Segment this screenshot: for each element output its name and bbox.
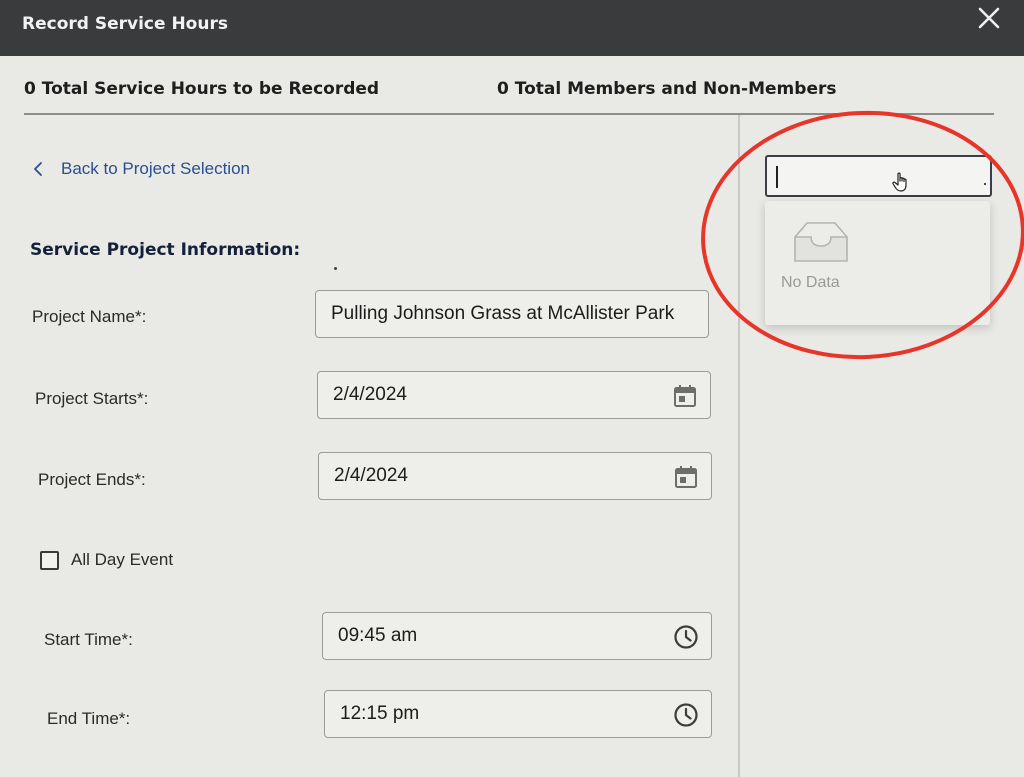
calendar-icon[interactable] xyxy=(672,383,698,409)
all-day-event-checkbox[interactable] xyxy=(40,550,59,570)
clock-icon[interactable] xyxy=(673,624,699,650)
dialog-titlebar: Record Service Hours xyxy=(0,0,1024,56)
hand-pointer-icon xyxy=(892,172,907,192)
member-search-input[interactable] xyxy=(765,155,992,197)
section-title: Service Project Information: xyxy=(30,240,301,260)
member-dropdown: No Data xyxy=(765,201,990,325)
clock-icon[interactable] xyxy=(673,702,699,728)
empty-inbox-icon xyxy=(794,222,848,262)
project-name-value: Pulling Johnson Grass at McAllister Park xyxy=(331,303,675,324)
total-hours-text: 0 Total Service Hours to be Recorded xyxy=(24,79,380,99)
back-link-label: Back to Project Selection xyxy=(61,159,250,178)
project-name-label: Project Name*: xyxy=(32,307,147,326)
end-time-label: End Time*: xyxy=(47,709,131,728)
project-ends-input[interactable]: 2/4/2024 xyxy=(318,452,712,500)
header-divider xyxy=(24,113,994,115)
close-icon[interactable] xyxy=(975,4,1003,32)
end-time-input[interactable]: 12:15 pm xyxy=(324,690,712,738)
project-ends-label: Project Ends*: xyxy=(38,470,146,489)
dialog-title: Record Service Hours xyxy=(22,14,228,34)
project-starts-input[interactable]: 2/4/2024 xyxy=(317,371,711,419)
all-day-event-checkbox-row[interactable]: All Day Event xyxy=(40,550,173,570)
tick-mark xyxy=(984,183,986,185)
start-time-label: Start Time*: xyxy=(44,630,133,649)
project-starts-label: Project Starts*: xyxy=(35,389,149,408)
panel-divider xyxy=(738,115,740,777)
end-time-value: 12:15 pm xyxy=(340,703,420,724)
project-starts-value: 2/4/2024 xyxy=(333,384,407,405)
all-day-event-label: All Day Event xyxy=(71,550,174,569)
start-time-input[interactable]: 09:45 am xyxy=(322,612,712,660)
no-data-text: No Data xyxy=(781,274,840,291)
total-members-text: 0 Total Members and Non-Members xyxy=(497,79,837,99)
back-to-project-selection-link[interactable]: Back to Project Selection xyxy=(30,156,250,182)
project-ends-value: 2/4/2024 xyxy=(334,465,408,486)
stray-dot xyxy=(334,267,337,270)
project-name-input[interactable]: Pulling Johnson Grass at McAllister Park xyxy=(315,290,709,338)
calendar-icon[interactable] xyxy=(673,464,699,490)
start-time-value: 09:45 am xyxy=(338,625,418,646)
chevron-left-icon xyxy=(34,162,42,176)
text-cursor xyxy=(776,166,778,188)
